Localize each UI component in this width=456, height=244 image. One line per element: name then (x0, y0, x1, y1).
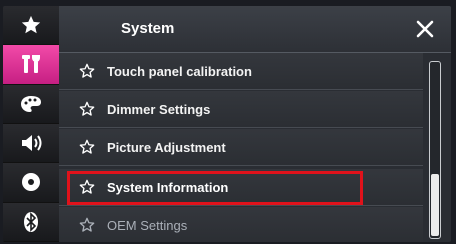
menu-item-label: Picture Adjustment (107, 140, 226, 155)
menu-item-picture-adjustment[interactable]: Picture Adjustment (59, 129, 423, 166)
rail-item-bluetooth[interactable] (3, 202, 59, 242)
menu-item-label: OEM Settings (107, 218, 188, 233)
category-rail (3, 6, 59, 242)
menu-item-touch-panel-calibration[interactable]: Touch panel calibration (59, 53, 423, 90)
palette-icon (21, 95, 41, 112)
rail-item-favorites[interactable] (3, 6, 59, 46)
star-outline-icon[interactable] (79, 217, 95, 233)
menu-item-oem-settings[interactable]: OEM Settings (59, 207, 423, 242)
star-icon (21, 15, 41, 34)
page-title: System (121, 20, 175, 37)
scrollbar[interactable] (429, 61, 441, 239)
menu-item-dimmer-settings[interactable]: Dimmer Settings (59, 91, 423, 128)
menu-item-label: Dimmer Settings (107, 102, 211, 117)
rail-item-audio[interactable] (3, 123, 59, 164)
close-icon[interactable] (415, 19, 435, 39)
star-outline-icon[interactable] (79, 139, 95, 155)
scrollbar-thumb[interactable] (431, 174, 439, 236)
menu-item-label: Touch panel calibration (107, 64, 252, 79)
speaker-icon (22, 135, 42, 152)
disc-icon (22, 173, 40, 192)
highlight-annotation (67, 171, 363, 205)
bluetooth-icon (24, 211, 38, 232)
star-outline-icon[interactable] (79, 63, 95, 79)
header-bar: System (59, 6, 451, 53)
rail-item-theme[interactable] (3, 84, 59, 124)
star-outline-icon[interactable] (79, 101, 95, 117)
settings-tools-icon (22, 55, 40, 74)
rail-item-source[interactable] (3, 163, 59, 203)
head-unit-screen: System Touch panel calibration Dimmer Se… (3, 6, 451, 242)
rail-item-system[interactable] (3, 45, 59, 85)
system-menu-list: Touch panel calibration Dimmer Settings … (59, 53, 451, 242)
